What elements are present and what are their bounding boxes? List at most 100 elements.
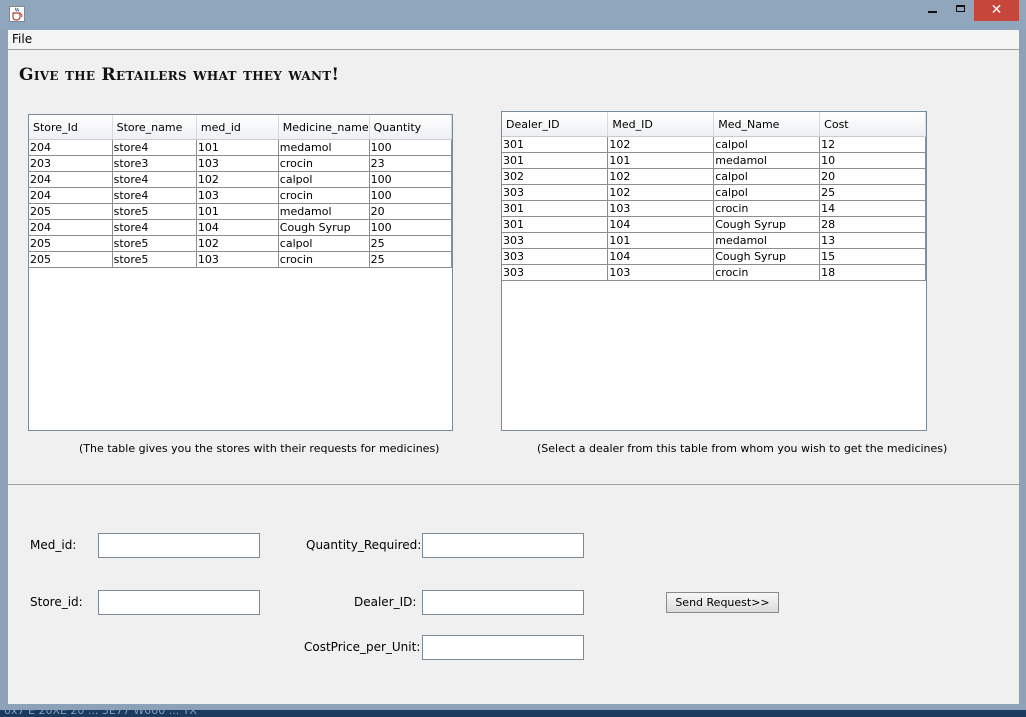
table-cell[interactable]: 205 [29,203,113,220]
store-id-field[interactable] [98,590,260,615]
table-cell[interactable]: 103 [196,251,279,268]
send-request-button[interactable]: Send Request>> [666,592,779,613]
table-row[interactable]: 204 store4 101 medamol 100 [29,139,452,156]
table-cell[interactable]: 100 [369,171,452,188]
table-cell[interactable]: 104 [607,216,715,233]
table-cell[interactable]: crocin [713,264,821,281]
table-cell[interactable]: Cough Syrup [713,248,821,265]
med-id-field[interactable] [98,533,260,558]
table-cell[interactable]: 102 [607,136,715,153]
table-cell[interactable]: 20 [369,203,452,220]
table-cell[interactable]: 25 [819,184,926,201]
menu-file[interactable]: File [12,32,32,46]
table-cell[interactable]: crocin [278,155,370,172]
table-cell[interactable]: 100 [369,187,452,204]
table-cell[interactable]: 103 [607,200,715,217]
table-cell[interactable]: calpol [713,184,821,201]
table-cell[interactable]: store5 [112,235,197,252]
table-cell[interactable]: 303 [502,232,609,249]
table-cell[interactable]: 103 [607,264,715,281]
table-cell[interactable]: Cough Syrup [278,219,370,236]
table-cell[interactable]: store4 [112,219,197,236]
table-cell[interactable]: 20 [819,168,926,185]
table-cell[interactable]: store5 [112,251,197,268]
table-cell[interactable]: 101 [196,203,279,220]
table-cell[interactable]: 302 [502,168,609,185]
dealer-id-field[interactable] [422,590,584,615]
table-cell[interactable]: 15 [819,248,926,265]
table-cell[interactable]: 204 [29,187,113,204]
table-row[interactable]: 303 104 Cough Syrup 15 [502,248,926,265]
table-cell[interactable]: store5 [112,203,197,220]
table-cell[interactable]: 101 [607,152,715,169]
table-cell[interactable]: 104 [196,219,279,236]
table-row[interactable]: 203 store3 103 crocin 23 [29,155,452,172]
table-cell[interactable]: 102 [196,235,279,252]
table-cell[interactable]: 25 [369,251,452,268]
table-cell[interactable]: 205 [29,235,113,252]
table-cell[interactable]: 301 [502,152,609,169]
table-cell[interactable]: 205 [29,251,113,268]
table-row[interactable]: 301 103 crocin 14 [502,200,926,217]
table-row[interactable]: 205 store5 101 medamol 20 [29,203,452,220]
table-row[interactable]: 303 102 calpol 25 [502,184,926,201]
table-row[interactable]: 205 store5 102 calpol 25 [29,235,452,252]
dealers-column-header[interactable]: Med_Name [713,112,821,137]
table-row[interactable]: 301 101 medamol 10 [502,152,926,169]
table-cell[interactable]: 103 [196,187,279,204]
table-cell[interactable]: medamol [713,152,821,169]
minimize-icon[interactable] [918,0,948,21]
table-cell[interactable]: 13 [819,232,926,249]
table-cell[interactable]: 102 [607,168,715,185]
table-row[interactable]: 204 store4 104 Cough Syrup 100 [29,219,452,236]
dealers-column-header[interactable]: Med_ID [607,112,715,137]
stores-column-header[interactable]: Medicine_name [278,115,370,140]
dealers-column-header[interactable]: Dealer_ID [502,112,609,137]
table-cell[interactable]: 303 [502,248,609,265]
table-row[interactable]: 303 101 medamol 13 [502,232,926,249]
table-cell[interactable]: 204 [29,219,113,236]
stores-column-header[interactable]: Quantity [369,115,452,140]
table-cell[interactable]: crocin [278,251,370,268]
table-cell[interactable]: 301 [502,200,609,217]
java-cup-icon[interactable] [9,6,25,22]
table-cell[interactable]: 301 [502,216,609,233]
stores-column-header[interactable]: Store_name [112,115,197,140]
stores-table[interactable]: Store_Id Store_name med_id Medicine_name Qua… [28,114,453,431]
table-row[interactable]: 303 103 crocin 18 [502,264,926,281]
close-button[interactable]: ✕ [974,0,1019,21]
stores-column-header[interactable]: med_id [196,115,279,140]
table-cell[interactable]: crocin [278,187,370,204]
table-cell[interactable]: store4 [112,187,197,204]
table-cell[interactable]: 103 [196,155,279,172]
table-cell[interactable]: calpol [713,136,821,153]
table-cell[interactable]: 100 [369,219,452,236]
table-cell[interactable]: medamol [278,203,370,220]
table-row[interactable]: 204 store4 102 calpol 100 [29,171,452,188]
table-cell[interactable]: 303 [502,264,609,281]
table-cell[interactable]: 301 [502,136,609,153]
table-cell[interactable]: medamol [278,139,370,156]
table-cell[interactable]: 12 [819,136,926,153]
table-cell[interactable]: 18 [819,264,926,281]
table-cell[interactable]: 100 [369,139,452,156]
table-cell[interactable]: 102 [196,171,279,188]
table-cell[interactable]: 102 [607,184,715,201]
table-cell[interactable]: 25 [369,235,452,252]
dealers-table[interactable]: Dealer_ID Med_ID Med_Name Cost 301 102 calpol… [501,111,927,431]
table-cell[interactable]: 204 [29,171,113,188]
table-row[interactable]: 204 store4 103 crocin 100 [29,187,452,204]
table-row[interactable]: 205 store5 103 crocin 25 [29,251,452,268]
table-cell[interactable]: calpol [278,171,370,188]
table-cell[interactable]: Cough Syrup [713,216,821,233]
table-cell[interactable]: store3 [112,155,197,172]
stores-column-header[interactable]: Store_Id [29,115,113,140]
cost-price-field[interactable] [422,635,584,660]
table-cell[interactable]: 303 [502,184,609,201]
maximize-icon[interactable] [948,0,974,21]
table-cell[interactable]: crocin [713,200,821,217]
dealers-column-header[interactable]: Cost [819,112,926,137]
table-row[interactable]: 301 104 Cough Syrup 28 [502,216,926,233]
table-cell[interactable]: 101 [607,232,715,249]
table-cell[interactable]: 28 [819,216,926,233]
